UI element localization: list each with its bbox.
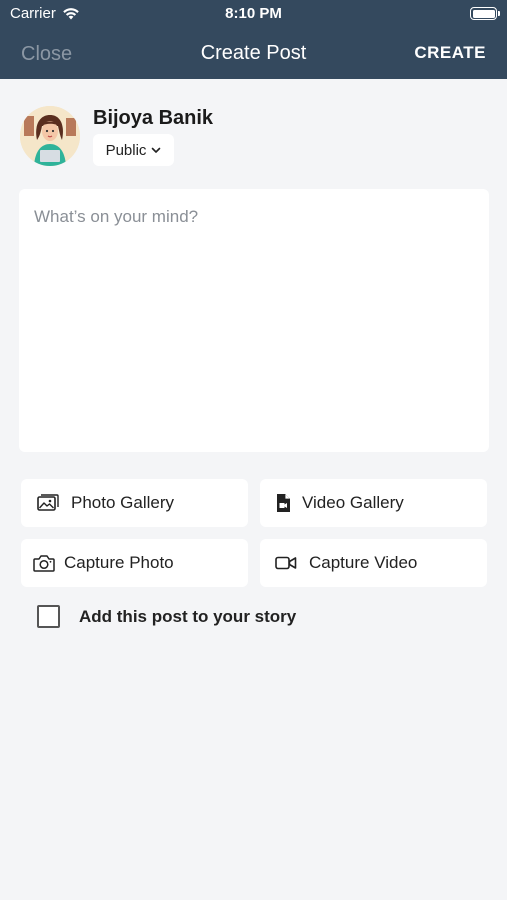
avatar-illustration — [20, 106, 80, 166]
add-to-story-label: Add this post to your story — [79, 606, 297, 626]
post-text-input[interactable] — [19, 189, 489, 452]
image-icon — [37, 494, 59, 511]
video-file-icon — [277, 494, 290, 512]
capture-photo-button[interactable]: Capture Photo — [21, 539, 248, 587]
create-button[interactable]: CREATE — [414, 43, 486, 63]
status-time: 8:10 PM — [225, 5, 282, 22]
video-gallery-button[interactable]: Video Gallery — [260, 479, 487, 527]
user-name: Bijoya Banik — [93, 107, 214, 129]
photo-gallery-label: Photo Gallery — [71, 493, 174, 512]
privacy-label: Public — [105, 141, 147, 159]
video-gallery-label: Video Gallery — [302, 493, 404, 512]
capture-video-button[interactable]: Capture Video — [260, 539, 487, 587]
status-bar: Carrier 8:10 PM — [0, 0, 507, 28]
navigation-bar: Close Create Post CREATE — [0, 28, 507, 79]
video-camera-icon — [275, 556, 297, 570]
chevron-down-icon — [152, 147, 161, 153]
add-to-story-option[interactable]: Add this post to your story — [37, 605, 296, 628]
battery-icon — [470, 7, 500, 20]
camera-icon — [33, 555, 55, 572]
photo-gallery-button[interactable]: Photo Gallery — [21, 479, 248, 527]
add-to-story-checkbox[interactable] — [37, 605, 60, 628]
avatar — [20, 106, 80, 166]
capture-video-label: Capture Video — [309, 553, 418, 572]
privacy-dropdown[interactable]: Public — [93, 134, 174, 166]
capture-photo-label: Capture Photo — [64, 553, 174, 572]
